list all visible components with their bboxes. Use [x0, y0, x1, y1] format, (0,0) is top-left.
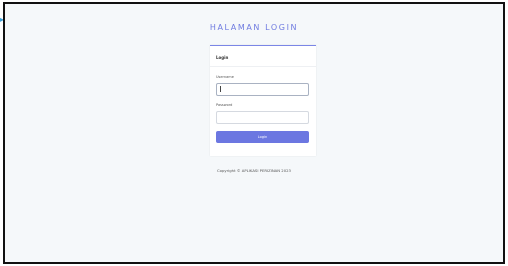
copyright-text: Copyright © APLIKASI PERIZINAN 2023	[217, 168, 291, 173]
text-cursor	[220, 86, 221, 92]
username-label: Username	[216, 75, 234, 79]
browser-viewport: HALAMAN LOGIN Login Username Password Lo…	[3, 2, 505, 264]
password-label: Password	[216, 103, 233, 107]
password-input[interactable]	[216, 111, 309, 124]
page-title: HALAMAN LOGIN	[209, 23, 299, 32]
username-input[interactable]	[216, 83, 309, 96]
login-card: Login Username Password Login	[210, 45, 316, 156]
login-button[interactable]: Login	[216, 131, 309, 143]
card-title: Login	[210, 46, 316, 67]
